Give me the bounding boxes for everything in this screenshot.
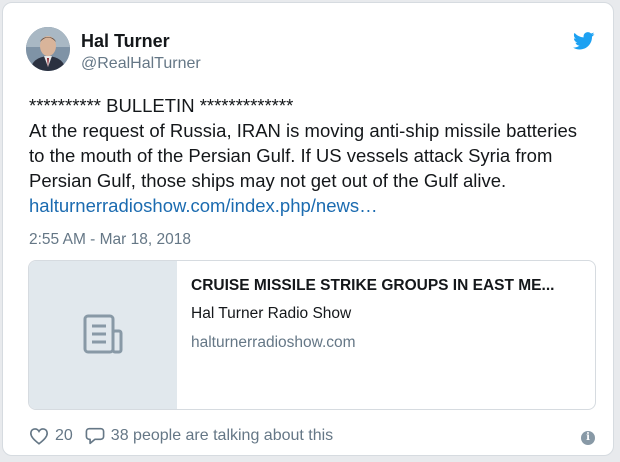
info-icon[interactable]: i bbox=[581, 431, 595, 445]
tweet-link[interactable]: halturnerradioshow.com/index.php/news… bbox=[29, 195, 378, 216]
avatar[interactable] bbox=[26, 27, 70, 71]
link-preview-card[interactable]: CRUISE MISSILE STRIKE GROUPS IN EAST ME.… bbox=[28, 260, 596, 410]
card-thumbnail bbox=[29, 261, 177, 409]
talking-count: 38 people are talking about this bbox=[110, 427, 334, 444]
tweet-actions: 20 38 people are talking about this bbox=[29, 427, 333, 445]
tweet-card: Hal Turner @RealHalTurner ********** BUL… bbox=[2, 2, 614, 456]
tweet-line: ********** BULLETIN ************* bbox=[29, 95, 294, 116]
avatar-photo bbox=[26, 27, 70, 71]
author-handle[interactable]: @RealHalTurner bbox=[81, 55, 201, 73]
heart-icon bbox=[29, 428, 49, 445]
like-count: 20 bbox=[55, 427, 73, 444]
twitter-bird-icon[interactable] bbox=[573, 32, 595, 50]
like-button[interactable]: 20 bbox=[29, 427, 73, 445]
card-domain: halturnerradioshow.com bbox=[191, 334, 356, 351]
conversation-button[interactable]: 38 people are talking about this bbox=[85, 427, 333, 445]
tweet-line: Persian Gulf, those ships may not get ou… bbox=[29, 170, 507, 191]
card-body: CRUISE MISSILE STRIKE GROUPS IN EAST ME.… bbox=[191, 277, 587, 352]
card-site-name: Hal Turner Radio Show bbox=[191, 305, 352, 322]
tweet-timestamp[interactable]: 2:55 AM - Mar 18, 2018 bbox=[29, 231, 191, 249]
author-name[interactable]: Hal Turner bbox=[81, 31, 170, 52]
tweet-line: At the request of Russia, IRAN is moving… bbox=[29, 120, 578, 141]
tweet-line: to the mouth of the Persian Gulf. If US … bbox=[29, 145, 553, 166]
document-icon bbox=[83, 314, 123, 354]
comment-icon bbox=[85, 427, 105, 445]
tweet-text: ********** BULLETIN ************* At the… bbox=[29, 93, 604, 218]
card-title: CRUISE MISSILE STRIKE GROUPS IN EAST ME.… bbox=[191, 277, 555, 294]
